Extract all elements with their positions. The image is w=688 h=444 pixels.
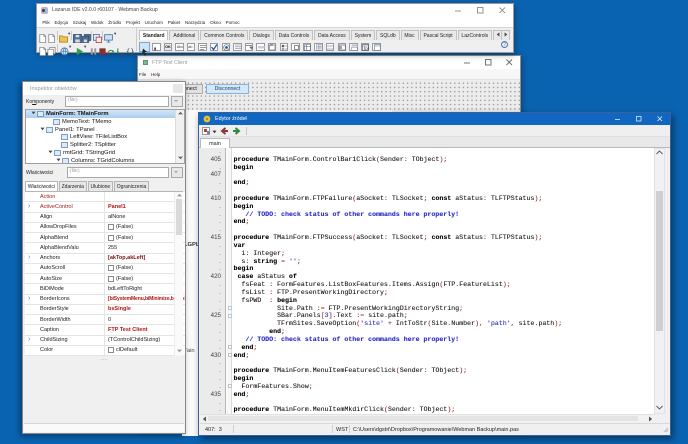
svg-text:DB: DB xyxy=(365,47,369,51)
svg-text:{}: {} xyxy=(126,47,134,56)
